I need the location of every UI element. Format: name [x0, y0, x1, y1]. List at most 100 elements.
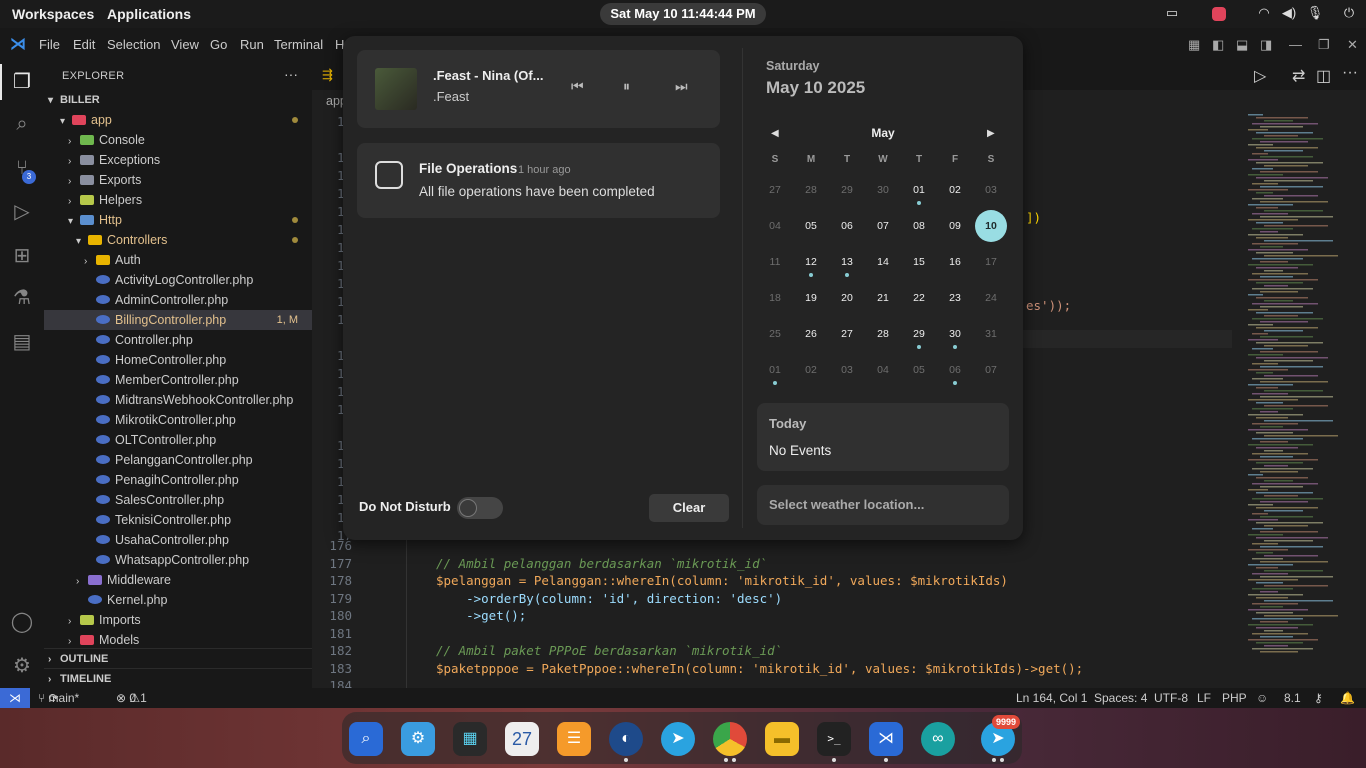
split-editor-icon[interactable]: ◫	[1316, 66, 1331, 86]
tree-item[interactable]: › Exports	[44, 170, 312, 190]
tree-item[interactable]: › Middleware	[44, 570, 312, 590]
calendar-day[interactable]: 31	[975, 318, 1007, 350]
more-actions-icon[interactable]: ···	[284, 66, 298, 82]
menu-file[interactable]: File	[39, 37, 60, 52]
menu-view[interactable]: View	[171, 37, 199, 52]
calendar-day[interactable]: 23	[939, 282, 971, 314]
clear-button[interactable]: Clear	[649, 494, 729, 522]
minimap[interactable]	[1240, 110, 1350, 670]
code-line[interactable]: ->get();	[436, 608, 526, 623]
applications-button[interactable]: Applications	[107, 6, 191, 22]
calendar-day[interactable]: 16	[939, 246, 971, 278]
clock-button[interactable]: Sat May 10 11:44:44 PM	[600, 3, 766, 25]
calendar-day[interactable]: 04	[867, 354, 899, 386]
calendar-day[interactable]: 05	[903, 354, 935, 386]
tree-item[interactable]: › Helpers	[44, 190, 312, 210]
problems-indicator[interactable]: ⊗ 0 ⚠ 1	[116, 688, 147, 708]
calendar-day[interactable]: 03	[975, 174, 1007, 206]
tree-item[interactable]: BillingController.php 1, M	[44, 310, 312, 330]
notifications-bell-icon[interactable]: 🔔	[1340, 688, 1355, 708]
indentation[interactable]: Spaces: 4	[1094, 688, 1147, 708]
notification-card[interactable]: File Operations 1 hour ago All file oper…	[357, 143, 720, 218]
tree-item[interactable]: › Exceptions	[44, 150, 312, 170]
calendar-day[interactable]: 22	[903, 282, 935, 314]
calendar-day[interactable]: 03	[831, 354, 863, 386]
tree-item[interactable]: MikrotikController.php	[44, 410, 312, 430]
terminal-app-icon[interactable]: >_	[817, 722, 851, 756]
tree-item[interactable]: ▾ Controllers	[44, 230, 312, 250]
editor-more-icon[interactable]: ···	[1342, 64, 1358, 82]
encoding[interactable]: UTF-8	[1154, 688, 1188, 708]
telegram-app-icon[interactable]: ➤	[661, 722, 695, 756]
calendar-day[interactable]: 01	[903, 174, 935, 206]
weather-card[interactable]: Select weather location...	[757, 485, 1009, 525]
branch-indicator[interactable]: ⑂ main* ⟳	[38, 688, 79, 708]
eol[interactable]: LF	[1197, 688, 1211, 708]
php-version[interactable]: 8.1	[1284, 688, 1301, 708]
run-debug-icon[interactable]: ▷	[10, 200, 34, 224]
calendar-day[interactable]: 15	[903, 246, 935, 278]
tree-item[interactable]: › Auth	[44, 250, 312, 270]
chrome-app-icon[interactable]	[713, 722, 747, 756]
calendar-day[interactable]: 24	[975, 282, 1007, 314]
next-track-icon[interactable]: ⏭	[675, 78, 688, 95]
settings-gear-icon[interactable]: ⚙	[10, 654, 34, 678]
calendar-day[interactable]: 07	[867, 210, 899, 242]
compare-icon[interactable]: ⇄	[1292, 66, 1305, 86]
calendar-day[interactable]: 28	[867, 318, 899, 350]
calendar-day[interactable]: 14	[867, 246, 899, 278]
calendar-day[interactable]: 06	[831, 210, 863, 242]
tree-item[interactable]: MemberController.php	[44, 370, 312, 390]
tree-item[interactable]: SalesController.php	[44, 490, 312, 510]
calendar-day[interactable]: 27	[759, 174, 791, 206]
calendar-day[interactable]: 09	[939, 210, 971, 242]
power-icon[interactable]: ⏻	[1340, 5, 1358, 23]
language-mode[interactable]: PHP	[1222, 688, 1247, 708]
tree-item[interactable]: Kernel.php	[44, 590, 312, 610]
calendar-day[interactable]: 12	[795, 246, 827, 278]
key-icon[interactable]: ⚷	[1314, 688, 1323, 708]
calendar-day[interactable]: 05	[795, 210, 827, 242]
tree-item[interactable]: WhatsappController.php	[44, 550, 312, 570]
tree-item[interactable]: › Imports	[44, 610, 312, 630]
menu-edit[interactable]: Edit	[73, 37, 95, 52]
calendar-day[interactable]: 30	[939, 318, 971, 350]
run-icon[interactable]: ▷	[1254, 66, 1266, 86]
calendar-day[interactable]: 20	[831, 282, 863, 314]
layout-icon[interactable]: ▦	[1188, 37, 1200, 53]
screen-icon[interactable]: ▭	[1163, 5, 1181, 23]
code-line[interactable]: $pelanggan = Pelanggan::whereIn(column: …	[436, 573, 1008, 588]
explorer-icon[interactable]: ❐	[10, 70, 34, 94]
outline-section[interactable]: › OUTLINE	[44, 648, 312, 668]
calendar-day[interactable]: 02	[795, 354, 827, 386]
extensions-icon[interactable]: ⊞	[10, 244, 34, 268]
tree-item[interactable]: ▾ app	[44, 110, 312, 130]
calendar-day[interactable]: 07	[975, 354, 1007, 386]
browser-app-icon[interactable]: ◐	[609, 722, 643, 756]
microphone-icon[interactable]: 🎙	[1306, 5, 1324, 23]
calendar-day[interactable]: 18	[759, 282, 791, 314]
calendar-day[interactable]: 26	[795, 318, 827, 350]
arduino-app-icon[interactable]: ∞	[921, 722, 955, 756]
app-grid-icon[interactable]: ▦	[453, 722, 487, 756]
menu-go[interactable]: Go	[210, 37, 227, 52]
toggle-sidebar-icon[interactable]: ◧	[1212, 37, 1224, 53]
menu-run[interactable]: Run	[240, 37, 264, 52]
volume-icon[interactable]: ◀)	[1280, 5, 1298, 23]
calendar-day[interactable]: 27	[831, 318, 863, 350]
menu-selection[interactable]: Selection	[107, 37, 160, 52]
vscode-app-icon[interactable]: ⋊	[869, 722, 903, 756]
calendar-day[interactable]: 11	[759, 246, 791, 278]
menu-terminal[interactable]: Terminal	[274, 37, 323, 52]
calendar-day[interactable]: 08	[903, 210, 935, 242]
calendar-day[interactable]: 04	[759, 210, 791, 242]
app-search-icon[interactable]: ⌕	[349, 722, 383, 756]
tree-item[interactable]: PelangganController.php	[44, 450, 312, 470]
tree-item[interactable]: MidtransWebhookController.php	[44, 390, 312, 410]
code-line[interactable]: // Ambil paket PPPoE berdasarkan `mikrot…	[436, 643, 782, 658]
accounts-icon[interactable]: ◯	[10, 610, 34, 634]
settings-tab-icon[interactable]: ⇶	[322, 67, 333, 83]
tree-item[interactable]: OLTController.php	[44, 430, 312, 450]
calendar-date[interactable]: May 10 2025	[766, 78, 865, 98]
calendar-day[interactable]: 28	[795, 174, 827, 206]
